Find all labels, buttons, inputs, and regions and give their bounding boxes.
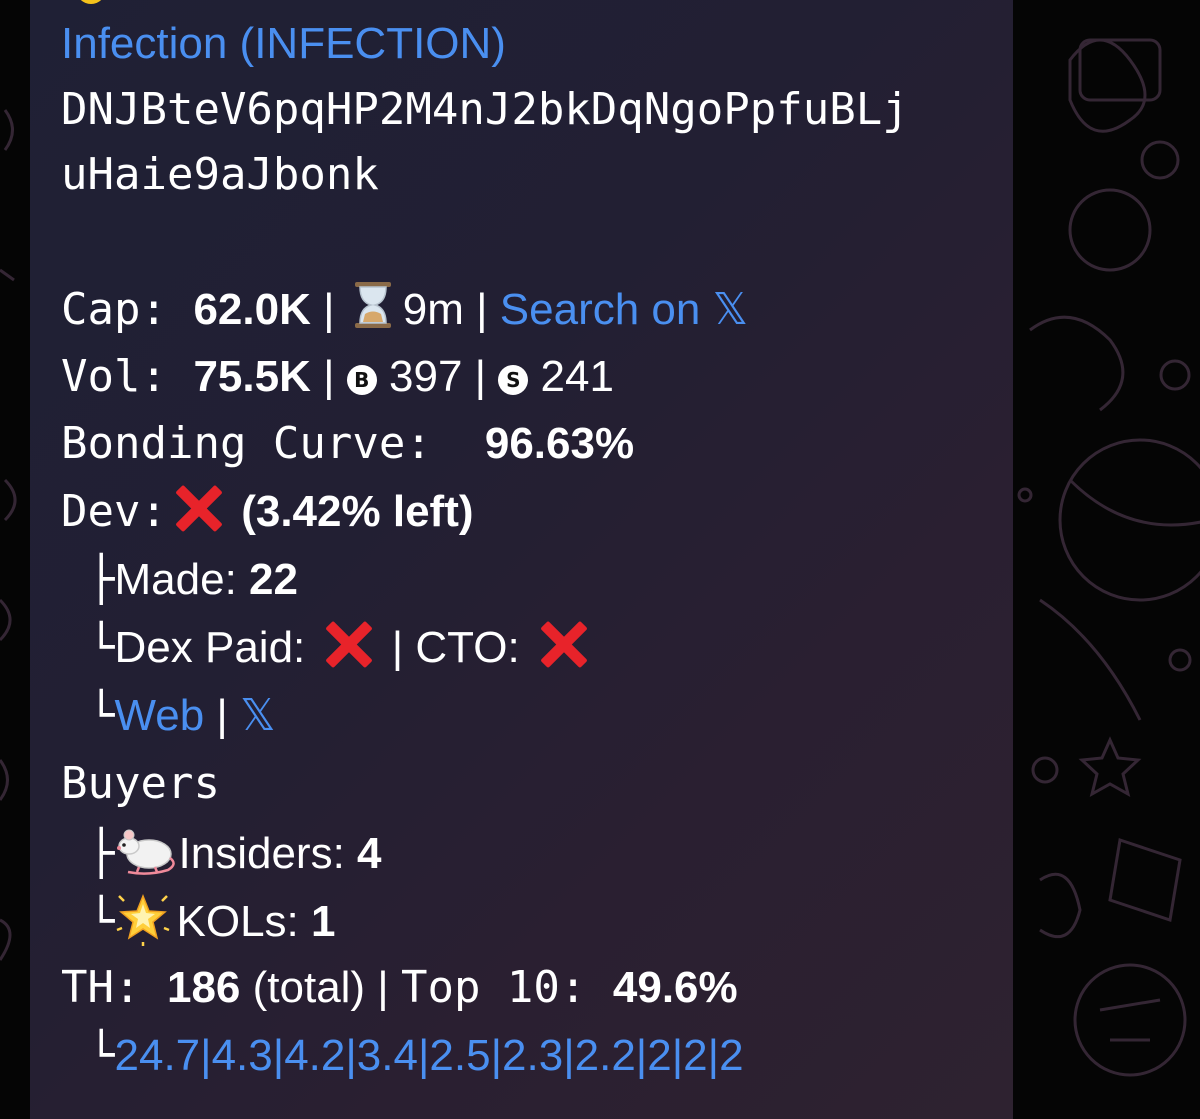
dev-left-text: (3.42% left) — [241, 487, 474, 536]
dev-line: Dev: (3.42% left) — [61, 482, 474, 542]
holder-separator: | — [417, 1031, 430, 1080]
separator: | — [204, 691, 241, 740]
web-link[interactable]: Web — [115, 691, 205, 740]
holders-total-value: 186 — [166, 963, 241, 1012]
x-logo-icon: 𝕏 — [712, 284, 749, 335]
dev-links-line: └Web | 𝕏 — [88, 686, 276, 746]
cap-label: Cap: — [61, 284, 194, 335]
holders-line: TH: 186 (total) | Top 10: 49.6% — [61, 958, 738, 1018]
insiders-value: 4 — [357, 829, 382, 878]
top10-label: Top 10: — [400, 962, 613, 1013]
vol-label: Vol: — [61, 351, 194, 402]
search-on-x-link[interactable]: Search on 𝕏 — [499, 284, 748, 335]
holder-separator: | — [345, 1031, 357, 1080]
token-address-line-1[interactable]: DNJBteV6pqHP2M4nJ2bkDqNgoPpfuBLj — [61, 80, 909, 140]
holder-percent-link[interactable]: 2 — [719, 1031, 743, 1080]
tree-corner: └ — [88, 1030, 115, 1081]
dev-label: Dev: — [61, 486, 167, 537]
buys-count: 397 — [389, 352, 463, 401]
kols-value: 1 — [311, 897, 336, 946]
vol-value: 75.5K — [193, 352, 311, 401]
holder-separator: | — [490, 1031, 503, 1080]
cto-label: | CTO: — [379, 623, 532, 672]
th-label: TH: — [61, 962, 167, 1013]
holder-separator: | — [200, 1031, 212, 1080]
separator: | — [463, 285, 500, 334]
cap-value: 62.0K — [193, 285, 311, 334]
holder-percent-link[interactable]: 24.7 — [115, 1031, 201, 1080]
bonding-value: 96.63% — [484, 419, 635, 468]
cross-mark-icon — [532, 618, 594, 668]
separator: | — [310, 352, 347, 401]
holder-separator: | — [635, 1031, 648, 1080]
tree-corner: └ — [88, 896, 115, 947]
holder-percent-link[interactable]: 2.5 — [429, 1031, 490, 1080]
kols-line: └ KOLs: 1 — [88, 890, 335, 952]
separator: | — [462, 352, 499, 401]
sells-value: 241 — [528, 352, 614, 401]
tree-branch: ├ — [88, 554, 115, 605]
holder-percent-link[interactable]: 4.3 — [212, 1031, 273, 1080]
volume-line: Vol: 75.5K | B 397 | S 241 — [61, 347, 614, 407]
buys-value: 397 — [377, 352, 463, 401]
holder-separator: | — [563, 1031, 575, 1080]
age-value: 9m — [402, 285, 464, 334]
top10-value: 49.6% — [612, 963, 738, 1012]
bonding-label: Bonding Curve: — [61, 418, 485, 469]
rat-icon — [116, 829, 175, 875]
token-address-line-2[interactable]: uHaie9aJbonk — [61, 145, 379, 205]
token-name-link[interactable]: Infection (INFECTION) — [61, 14, 506, 74]
dev-made-line: ├Made: 22 — [88, 550, 298, 610]
holder-percent-link[interactable]: 2.3 — [502, 1031, 563, 1080]
cap-line: Cap: 62.0K | 9m | Search on 𝕏 — [61, 280, 748, 340]
sells-badge-icon: S — [498, 365, 529, 395]
holder-separator: | — [272, 1031, 285, 1080]
holder-percent-links: 24.7|4.3|4.2|3.4|2.5|2.3|2.2|2|2|2 — [115, 1031, 744, 1080]
cross-mark-icon — [317, 618, 379, 668]
separator: | — [310, 285, 347, 334]
made-label: Made: — [114, 555, 250, 604]
holder-separator: | — [671, 1031, 684, 1080]
made-value: 22 — [249, 555, 298, 604]
dex-paid-line: └Dex Paid: | CTO: — [88, 618, 594, 678]
holder-percent-link[interactable]: 3.4 — [357, 1031, 418, 1080]
holder-percent-link[interactable]: 2.2 — [575, 1031, 636, 1080]
buys-badge-icon: B — [346, 365, 377, 395]
glowing-star-icon — [116, 893, 169, 946]
x-profile-link-icon[interactable]: 𝕏 — [240, 686, 275, 746]
insiders-line: ├ Insiders: 4 — [88, 822, 382, 884]
holder-separator: | — [707, 1031, 720, 1080]
top-holders-list: └24.7|4.3|4.2|3.4|2.5|2.3|2.2|2|2|2 — [88, 1026, 744, 1086]
cross-mark-icon — [167, 482, 229, 532]
dev-left-value: (3.42% left) — [229, 487, 474, 536]
holder-percent-link[interactable]: 2 — [647, 1031, 671, 1080]
buyers-heading: Buyers — [61, 758, 220, 809]
hourglass-icon — [354, 282, 391, 328]
dex-paid-label: Dex Paid: — [114, 623, 318, 672]
tree-corner: └ — [88, 690, 115, 741]
tree-branch: ├ — [88, 828, 115, 879]
sells-count: 241 — [540, 352, 614, 401]
kols-label: KOLs: — [176, 897, 311, 946]
search-link-label: Search on — [499, 285, 713, 334]
holder-percent-link[interactable]: 2 — [683, 1031, 707, 1080]
holders-total-suffix: (total) | — [240, 963, 401, 1012]
bonding-curve-line: Bonding Curve: 96.63% — [61, 414, 634, 474]
holder-percent-link[interactable]: 4.2 — [284, 1031, 345, 1080]
insiders-label: Insiders: — [178, 829, 358, 878]
tree-corner: └ — [88, 622, 115, 673]
